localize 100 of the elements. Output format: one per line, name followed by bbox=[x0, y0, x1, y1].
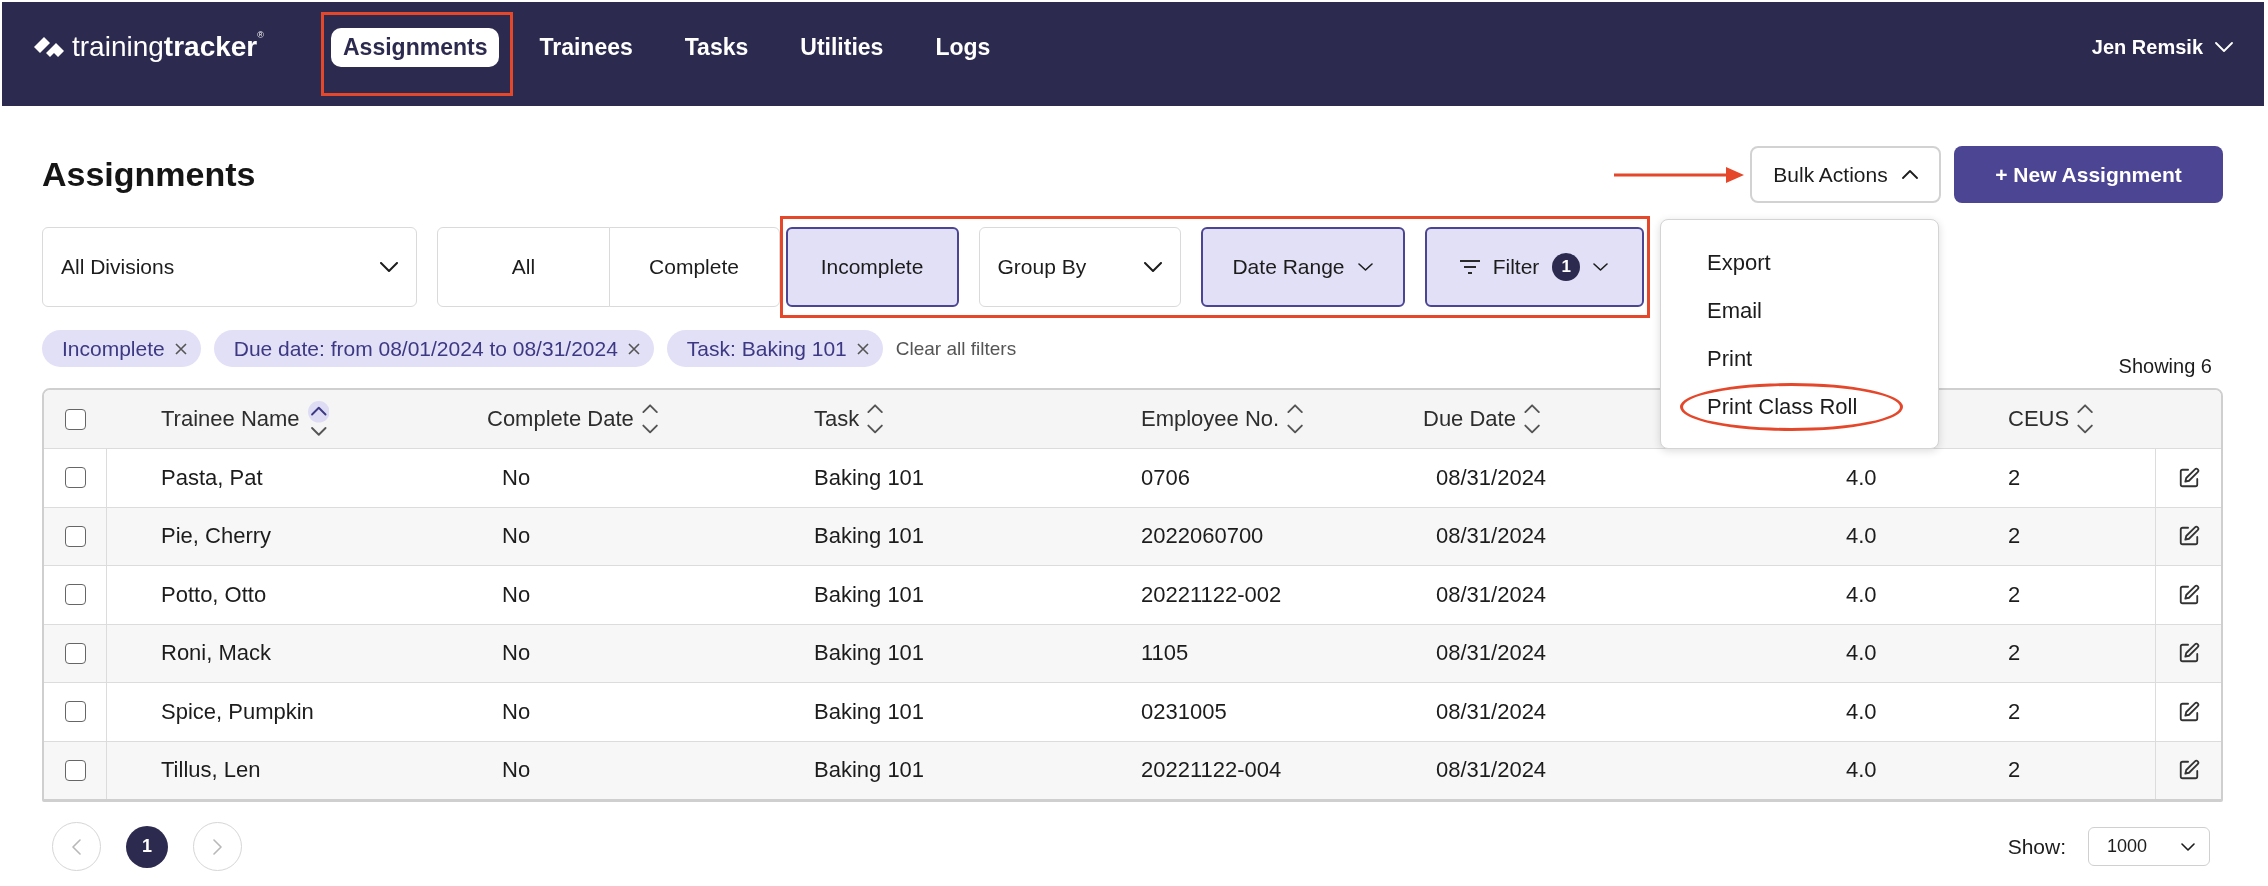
table-cell-text: 0231005 bbox=[1141, 697, 1228, 726]
table-cell-text: No bbox=[501, 756, 532, 785]
table-cell-text: 08/31/2024 bbox=[1435, 580, 1548, 609]
nav-tab[interactable]: Utilities bbox=[788, 27, 896, 67]
table-cell-text: 2 bbox=[2008, 697, 2022, 726]
table-cell-text: Roni, Mack bbox=[160, 639, 273, 668]
checkbox[interactable] bbox=[64, 584, 86, 606]
table-cell-text: 0706 bbox=[1141, 463, 1191, 492]
menu-item[interactable]: Print Class Roll bbox=[1661, 383, 1938, 431]
count-badge: 1 bbox=[1552, 253, 1581, 281]
new-assignment-button[interactable]: + New Assignment bbox=[1954, 146, 2223, 203]
column-header[interactable]: Task bbox=[814, 406, 860, 432]
page-button[interactable]: 1 bbox=[126, 825, 168, 868]
table-cell-text: No bbox=[501, 697, 532, 726]
table-cell-text: 4.0 bbox=[1846, 639, 1878, 668]
menu-item[interactable]: Export bbox=[1661, 239, 1938, 287]
sort-icon[interactable] bbox=[867, 404, 884, 434]
page-size-label: Show: bbox=[2007, 834, 2066, 859]
table-cell-text: 2 bbox=[2008, 463, 2022, 492]
table-cell-text: 2022060700 bbox=[1141, 522, 1265, 551]
page-size-select[interactable]: 1000 bbox=[2088, 827, 2210, 866]
column-header[interactable]: Employee No. bbox=[1141, 406, 1280, 432]
nav-tab[interactable]: Tasks bbox=[672, 27, 761, 67]
table-cell-text: Baking 101 bbox=[814, 580, 926, 609]
close-icon[interactable] bbox=[856, 342, 869, 355]
edit-icon[interactable] bbox=[2177, 759, 2200, 782]
column-header[interactable]: Due Date bbox=[1423, 406, 1516, 432]
clear-filters-link[interactable]: Clear all filters bbox=[895, 337, 1017, 360]
dropdown-select[interactable]: Group By bbox=[978, 227, 1181, 307]
chevron-down-icon bbox=[1143, 262, 1162, 272]
table-cell-text: Baking 101 bbox=[814, 522, 926, 551]
sort-icon[interactable] bbox=[2077, 404, 2094, 434]
table-cell-text: 08/31/2024 bbox=[1435, 697, 1548, 726]
filter-button[interactable]: Filter 1 bbox=[1424, 227, 1644, 307]
segment-tab[interactable]: Incomplete bbox=[785, 227, 959, 307]
table-cell-text: 4.0 bbox=[1846, 697, 1878, 726]
table-cell-text: 4.0 bbox=[1846, 463, 1878, 492]
table-cell-text: Baking 101 bbox=[814, 463, 926, 492]
checkbox[interactable] bbox=[64, 467, 86, 489]
table-cell-text: 2 bbox=[2008, 580, 2022, 609]
segment-tab[interactable]: Complete bbox=[608, 227, 780, 307]
nav-tab[interactable]: Trainees bbox=[527, 27, 645, 67]
edit-icon[interactable] bbox=[2177, 525, 2200, 548]
segment-tab[interactable]: All bbox=[437, 227, 610, 307]
sort-icon[interactable] bbox=[641, 404, 658, 434]
menu-item[interactable]: Email bbox=[1661, 287, 1938, 335]
nav-tab[interactable]: Logs bbox=[923, 27, 1003, 67]
menu-item[interactable]: Print bbox=[1661, 335, 1938, 383]
column-header[interactable]: Trainee Name bbox=[161, 406, 300, 432]
table-cell-text: Potto, Otto bbox=[160, 580, 268, 609]
filter-icon bbox=[1459, 260, 1480, 274]
table-cell-text: Baking 101 bbox=[814, 697, 926, 726]
table-cell-text: 4.0 bbox=[1846, 756, 1878, 785]
table-cell-text: 08/31/2024 bbox=[1435, 756, 1548, 785]
dropdown-button[interactable]: Date Range bbox=[1200, 227, 1405, 307]
table-cell-text: 4.0 bbox=[1846, 522, 1878, 551]
chevron-down-icon bbox=[2215, 42, 2233, 52]
table-cell-text: No bbox=[501, 639, 532, 668]
checkbox[interactable] bbox=[65, 408, 86, 430]
filter-chip[interactable]: Task: Baking 101 bbox=[666, 330, 883, 367]
chevron-down-icon bbox=[2181, 842, 2195, 851]
table-cell-text: No bbox=[501, 522, 532, 551]
table-cell-text: 08/31/2024 bbox=[1435, 639, 1548, 668]
table-cell-text: Tillus, Len bbox=[160, 756, 262, 785]
edit-icon[interactable] bbox=[2177, 700, 2200, 723]
table-cell-text: 20221122-004 bbox=[1141, 756, 1283, 785]
logo-icon bbox=[34, 36, 64, 58]
table-cell-text: Baking 101 bbox=[814, 639, 926, 668]
edit-icon[interactable] bbox=[2177, 583, 2200, 606]
table-cell-text: 08/31/2024 bbox=[1435, 522, 1548, 551]
user-menu-button[interactable]: Jen Remsik bbox=[2091, 35, 2233, 59]
edit-icon[interactable] bbox=[2177, 466, 2200, 489]
result-count: Showing 6 bbox=[2118, 355, 2212, 378]
close-icon[interactable] bbox=[627, 342, 640, 355]
checkbox[interactable] bbox=[64, 759, 86, 781]
edit-icon[interactable] bbox=[2177, 642, 2200, 665]
sort-icon[interactable] bbox=[1523, 404, 1541, 434]
column-header[interactable]: CEUS bbox=[2008, 406, 2070, 432]
table-cell-text: 2 bbox=[2008, 756, 2022, 785]
table-cell-text: 1105 bbox=[1141, 639, 1190, 668]
close-icon[interactable] bbox=[174, 342, 187, 355]
sort-icon[interactable] bbox=[307, 401, 330, 437]
checkbox[interactable] bbox=[64, 701, 86, 723]
filter-chip[interactable]: Incomplete bbox=[42, 330, 201, 367]
checkbox[interactable] bbox=[64, 642, 86, 664]
dropdown-select[interactable]: All Divisions bbox=[42, 227, 417, 307]
chevron-left-icon bbox=[72, 838, 81, 855]
chevron-down-icon bbox=[380, 262, 398, 272]
bulk-actions-button[interactable]: Bulk Actions bbox=[1750, 146, 1941, 203]
column-header[interactable]: Complete Date bbox=[487, 406, 634, 432]
page-title: Assignments bbox=[42, 155, 256, 194]
table-cell-text: 2 bbox=[2008, 639, 2022, 668]
table-cell-text: Baking 101 bbox=[814, 756, 926, 785]
sort-icon[interactable] bbox=[1287, 404, 1304, 434]
table-cell-text: Spice, Pumpkin bbox=[160, 697, 315, 726]
nav-tab[interactable]: Assignments bbox=[331, 27, 500, 67]
chevron-down-icon bbox=[1593, 263, 1609, 271]
chevron-down-icon bbox=[1357, 263, 1373, 271]
filter-chip[interactable]: Due date: from 08/01/2024 to 08/31/2024 bbox=[213, 330, 654, 367]
checkbox[interactable] bbox=[64, 525, 86, 547]
